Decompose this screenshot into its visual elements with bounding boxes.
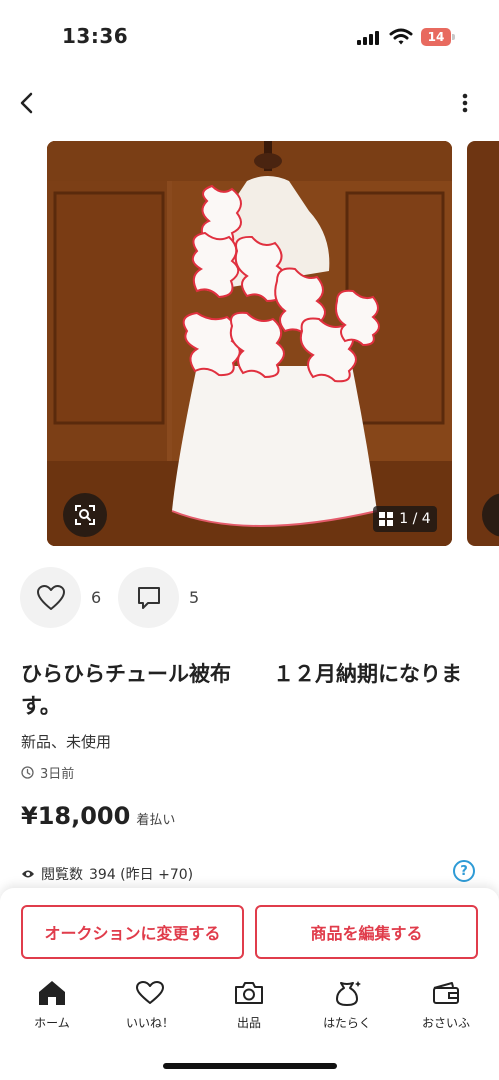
camera-icon: [235, 982, 263, 1004]
tab-label: ホーム: [34, 1016, 70, 1030]
tab-label: おさいふ: [421, 1016, 470, 1030]
image-search-button[interactable]: [63, 493, 107, 537]
item-price: ¥18,000: [21, 802, 131, 830]
item-title: ひらひらチュール被布 １２月納期になります。: [21, 662, 462, 718]
home-indicator: [163, 1063, 337, 1069]
tab-label: はたらく: [323, 1016, 371, 1030]
view-count-label: 閲覧数: [41, 867, 83, 883]
tab-label: 出品: [236, 1016, 261, 1030]
comment-count: 5: [189, 588, 200, 607]
signal-icon: [357, 31, 381, 45]
tab-wallet[interactable]: おさいふ: [406, 978, 486, 1038]
heart-icon: [36, 584, 65, 610]
item-condition: 新品、未使用: [21, 733, 112, 751]
work-bag-icon: [336, 981, 361, 1006]
tab-bar: ホーム いいね！ 出品 はたらく おさいふ: [0, 978, 499, 1038]
chevron-left-icon: [20, 92, 33, 114]
price-row: ¥18,000 着払い: [21, 802, 175, 830]
tab-sell[interactable]: 出品: [209, 978, 289, 1038]
heart-icon: [136, 981, 164, 1004]
image-counter[interactable]: 1 / 4: [373, 506, 437, 532]
view-count-value: 394 (昨日 +70): [89, 867, 194, 883]
image-counter-text: 1 / 4: [399, 511, 431, 527]
tab-work[interactable]: はたらく: [307, 978, 387, 1038]
image-search-icon: [482, 493, 499, 537]
status-time: 13:36: [62, 24, 129, 48]
view-count: 閲覧数 394 (昨日 +70): [21, 864, 193, 884]
more-vertical-icon: [462, 93, 468, 113]
posted-time-text: 3日前: [40, 767, 75, 782]
grid-icon: [379, 512, 394, 526]
battery-level: 14: [421, 28, 451, 46]
posted-time: 3日前: [21, 763, 74, 782]
home-icon: [39, 981, 65, 1005]
tab-label: いいね！: [125, 1016, 174, 1030]
more-options-button[interactable]: [448, 86, 482, 120]
status-bar: 13:36 14: [0, 0, 499, 70]
tab-home[interactable]: ホーム: [12, 978, 92, 1038]
like-count: 6: [91, 588, 102, 607]
tab-likes[interactable]: いいね！: [110, 978, 190, 1038]
like-button[interactable]: [20, 567, 81, 628]
wifi-icon: [389, 28, 413, 46]
clock-icon: [21, 766, 34, 779]
back-button[interactable]: [10, 86, 44, 120]
comment-button[interactable]: [118, 567, 179, 628]
product-photo[interactable]: 1 / 4: [47, 141, 452, 546]
image-search-icon: [75, 505, 95, 525]
help-button[interactable]: ?: [453, 860, 475, 882]
battery-icon: 14: [421, 28, 455, 46]
next-photo-preview[interactable]: [467, 141, 499, 546]
comment-icon: [137, 586, 160, 609]
shipping-type: 着払い: [136, 813, 176, 828]
change-to-auction-button[interactable]: オークションに変更する: [21, 905, 244, 959]
image-carousel[interactable]: 1 / 4: [0, 141, 499, 546]
eye-icon: [22, 870, 34, 878]
bottom-action-sheet: オークションに変更する 商品を編集する ホーム いいね！ 出品 はたらく おさい…: [0, 888, 499, 1080]
wallet-icon: [433, 982, 459, 1004]
edit-item-button[interactable]: 商品を編集する: [255, 905, 478, 959]
